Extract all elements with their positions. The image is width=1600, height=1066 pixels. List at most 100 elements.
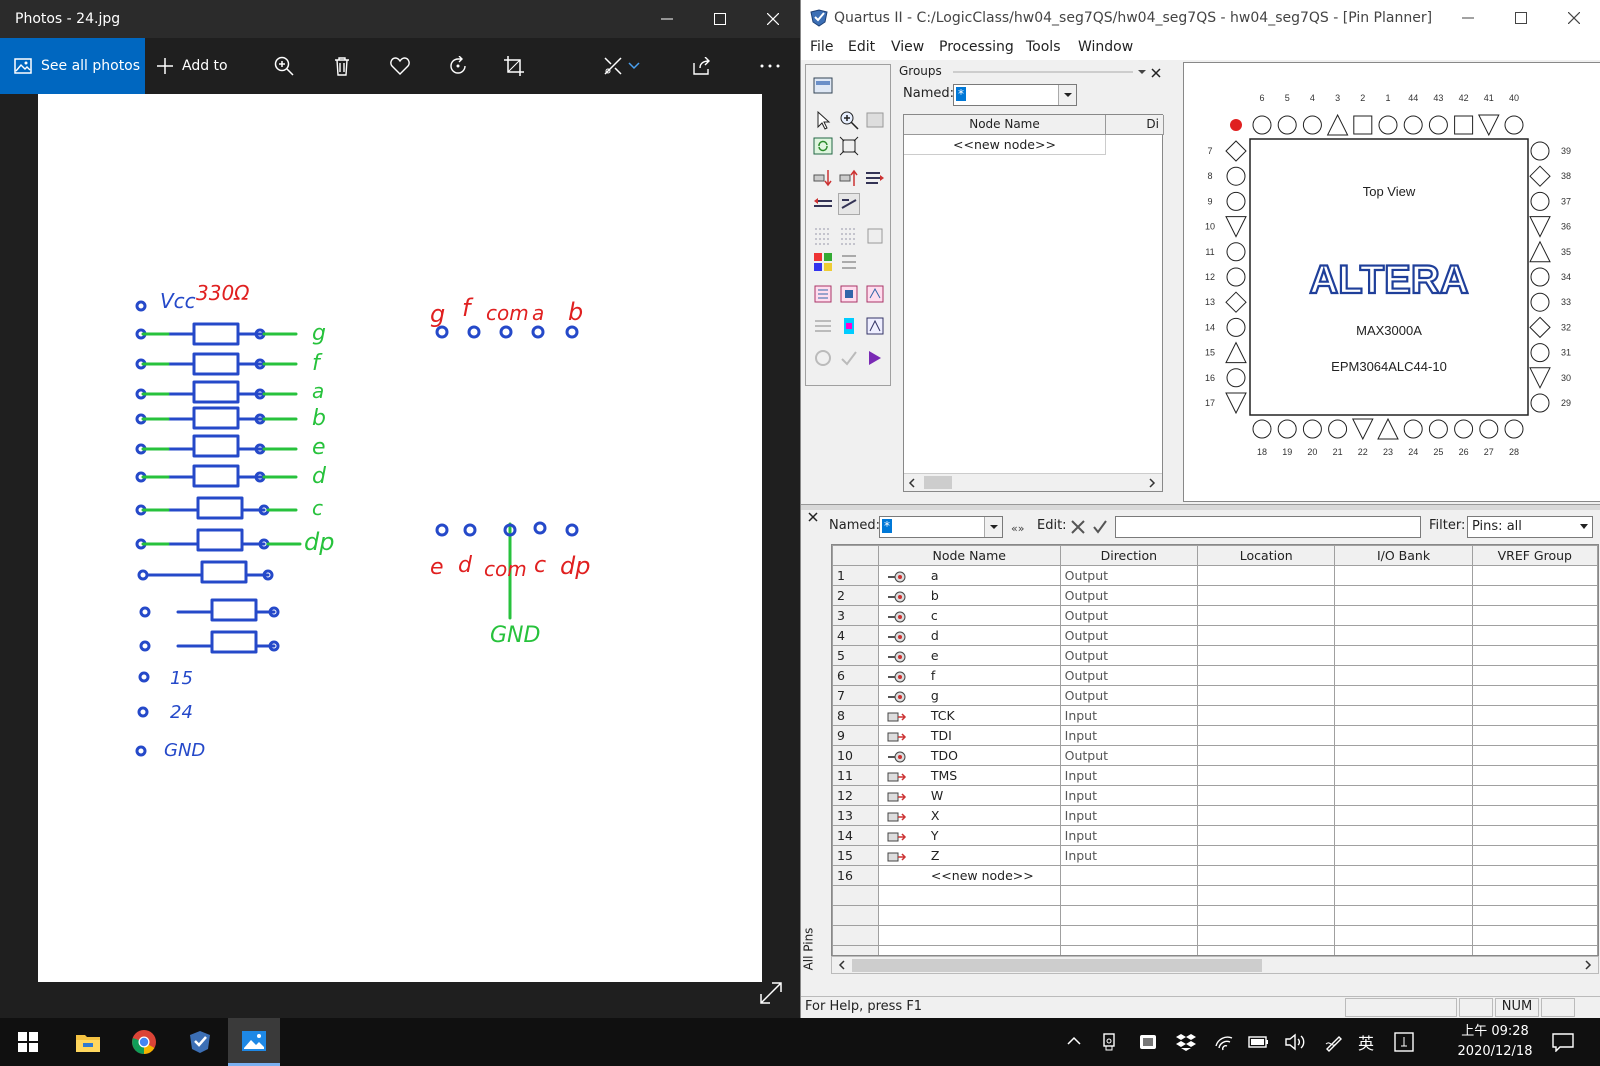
assign-down-button[interactable] — [812, 167, 834, 189]
pin-33[interactable] — [1530, 292, 1550, 312]
direction-cell[interactable]: Input — [1059, 765, 1199, 786]
direction-cell[interactable]: Input — [1059, 705, 1199, 726]
zoom-tool-button[interactable] — [838, 109, 860, 131]
volume-icon[interactable] — [1284, 1032, 1306, 1052]
accept-edit-icon[interactable] — [1091, 518, 1109, 536]
col-location[interactable]: Location — [1197, 545, 1336, 566]
pin-1[interactable] — [1378, 115, 1398, 135]
io-bank-cell[interactable] — [1334, 685, 1473, 706]
pin-9[interactable] — [1226, 191, 1246, 211]
share-button[interactable] — [682, 38, 722, 94]
chevron-right-icon[interactable] — [1148, 478, 1156, 488]
node-name-cell[interactable]: TDI — [877, 725, 1061, 746]
security-icon[interactable] — [1138, 1032, 1158, 1052]
pin-12[interactable] — [1226, 267, 1246, 287]
table-row[interactable]: 11 TMS Input — [832, 765, 1598, 786]
input-mode-icon[interactable] — [1394, 1032, 1414, 1052]
node-name-cell[interactable]: b — [877, 585, 1061, 606]
io-bank-cell[interactable] — [1334, 805, 1473, 826]
node-name-cell[interactable]: TDO — [877, 745, 1061, 766]
col-node-name[interactable]: Node Name — [877, 545, 1061, 566]
location-cell[interactable] — [1197, 745, 1336, 766]
assign-right-button[interactable] — [864, 167, 886, 189]
location-cell[interactable] — [1197, 725, 1336, 746]
minimize-button[interactable] — [640, 0, 693, 38]
pin-31[interactable] — [1530, 343, 1550, 363]
diff-pin-button[interactable] — [812, 315, 834, 337]
wifi-icon[interactable] — [1214, 1032, 1234, 1052]
vref-group-cell[interactable] — [1471, 805, 1598, 826]
package-button[interactable] — [864, 225, 886, 247]
table-row[interactable]: 14 Y Input — [832, 825, 1598, 846]
location-cell[interactable] — [1197, 825, 1336, 846]
groups-named-combo[interactable]: * — [953, 84, 1077, 106]
close-button[interactable] — [746, 0, 799, 38]
vref-group-cell[interactable] — [1471, 725, 1598, 746]
notification-icon[interactable] — [1552, 1032, 1574, 1052]
direction-cell[interactable]: Output — [1059, 605, 1199, 626]
location-cell[interactable] — [1197, 685, 1336, 706]
groups-col-node-name[interactable]: Node Name — [904, 115, 1106, 135]
pin-30[interactable] — [1529, 367, 1551, 389]
pin-17[interactable] — [1225, 392, 1247, 415]
direction-cell[interactable]: Input — [1059, 845, 1199, 866]
quartus-minimize-button[interactable] — [1441, 0, 1494, 36]
rotate-button[interactable] — [438, 38, 478, 94]
vref-group-cell[interactable] — [1471, 585, 1598, 606]
assign-up-button[interactable] — [838, 167, 860, 189]
location-cell[interactable] — [1197, 765, 1336, 786]
taskbar-clock[interactable]: 上午 09:28 2020/12/18 — [1450, 1022, 1540, 1062]
table-row[interactable]: 1 a Output — [832, 565, 1598, 586]
location-cell[interactable] — [1197, 625, 1336, 646]
filter-select[interactable]: Pins: all — [1467, 516, 1593, 538]
pin-8[interactable] — [1226, 166, 1246, 186]
pin-39[interactable] — [1530, 141, 1550, 161]
io-bank-cell[interactable] — [1334, 745, 1473, 766]
pin-37[interactable] — [1530, 191, 1550, 211]
location-cell[interactable] — [1197, 805, 1336, 826]
grid-tool-button[interactable] — [864, 109, 886, 131]
fullscreen-button[interactable] — [758, 980, 784, 1006]
io-bank-cell[interactable] — [1334, 585, 1473, 606]
io-bank-cell[interactable] — [1334, 865, 1473, 886]
direction-cell[interactable]: Input — [1059, 725, 1199, 746]
pin-44[interactable] — [1403, 115, 1423, 135]
io-bank-cell[interactable] — [1334, 765, 1473, 786]
location-cell[interactable] — [1197, 665, 1336, 686]
menu-view[interactable]: View — [891, 39, 924, 55]
node-name-cell[interactable]: W — [877, 785, 1061, 806]
io-bank-cell[interactable] — [1334, 625, 1473, 646]
vref-group-cell[interactable] — [1471, 645, 1598, 666]
favorite-button[interactable] — [380, 38, 420, 94]
pin-13[interactable] — [1225, 291, 1247, 313]
pin-29[interactable] — [1530, 393, 1550, 413]
delete-button[interactable] — [322, 38, 362, 94]
vref-group-cell[interactable] — [1471, 625, 1598, 646]
table-row[interactable]: 16 <<new node>> — [832, 865, 1598, 886]
col-direction[interactable]: Direction — [1059, 545, 1199, 566]
pins-combo-arrow[interactable] — [984, 517, 1002, 537]
pin-41[interactable] — [1477, 114, 1500, 137]
groups-combo-arrow[interactable] — [1058, 85, 1076, 105]
pin-planner-tool-button[interactable] — [812, 75, 834, 97]
pad-grid-button[interactable] — [812, 225, 834, 247]
pen-icon[interactable] — [1324, 1032, 1344, 1052]
vref-group-cell[interactable] — [1471, 845, 1598, 866]
highlight-button[interactable] — [838, 315, 860, 337]
pad-grid-2-button[interactable] — [838, 225, 860, 247]
more-button[interactable] — [750, 38, 790, 94]
pin-36[interactable] — [1529, 216, 1551, 238]
location-cell[interactable] — [1197, 645, 1336, 666]
quartus-close-button[interactable] — [1547, 0, 1600, 36]
chevron-down-icon[interactable] — [1137, 68, 1147, 76]
pin-10[interactable] — [1225, 216, 1247, 238]
table-row[interactable]: 7 g Output — [832, 685, 1598, 706]
table-row[interactable]: 12 W Input — [832, 785, 1598, 806]
direction-cell[interactable]: Output — [1059, 645, 1199, 666]
pin-25[interactable] — [1428, 419, 1448, 439]
pin-5[interactable] — [1277, 115, 1297, 135]
direction-cell[interactable]: Input — [1059, 785, 1199, 806]
direction-cell[interactable]: Input — [1059, 825, 1199, 846]
io-bank-cell[interactable] — [1334, 665, 1473, 686]
pin-15[interactable] — [1225, 341, 1247, 364]
